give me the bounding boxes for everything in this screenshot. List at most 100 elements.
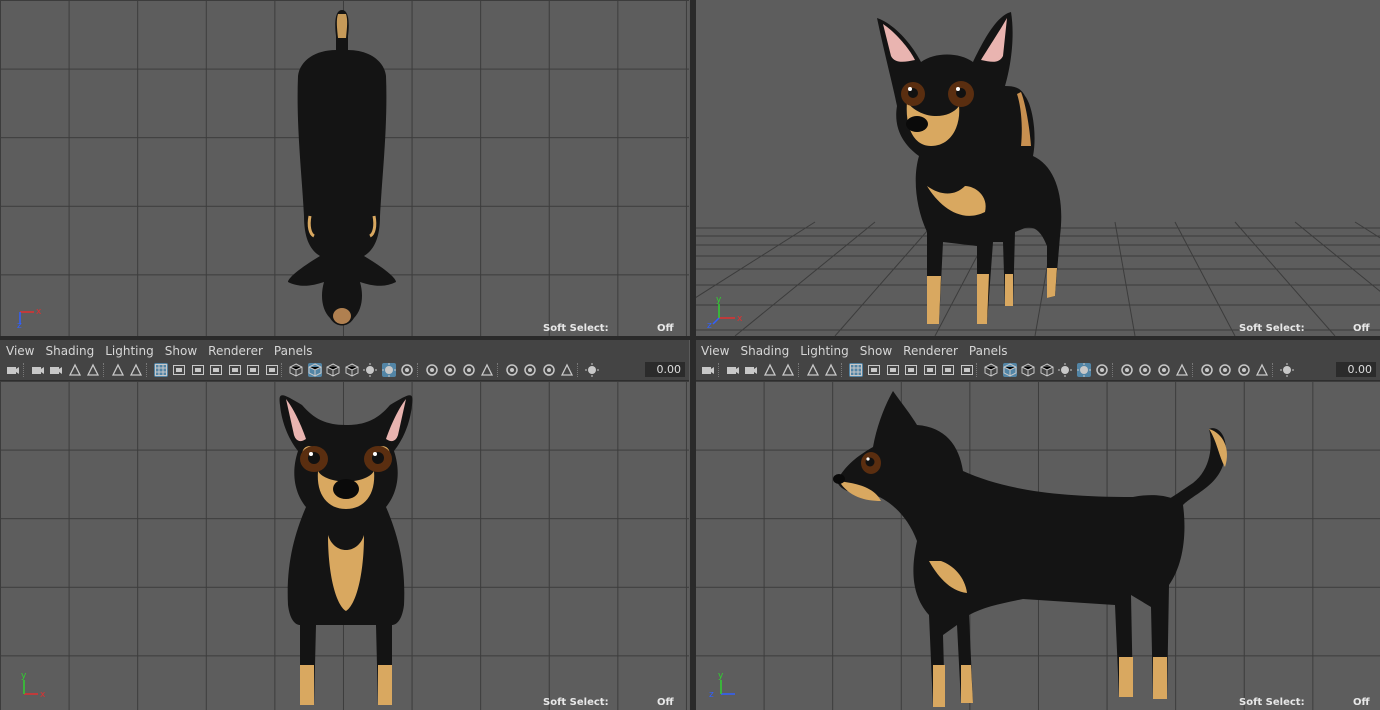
xray-icon[interactable] <box>1200 363 1214 377</box>
dog-model-front-view[interactable] <box>266 385 426 710</box>
camera-lock-icon[interactable] <box>31 363 45 377</box>
camera-lock-icon[interactable] <box>726 363 740 377</box>
bookmarks-icon[interactable] <box>68 363 82 377</box>
screen-space-ao-icon[interactable] <box>1095 363 1109 377</box>
menu-renderer[interactable]: Renderer <box>202 340 268 358</box>
camera-select-icon[interactable] <box>701 363 715 377</box>
xray-active-components-icon[interactable] <box>523 363 537 377</box>
menu-renderer[interactable]: Renderer <box>897 340 963 358</box>
side-viewport[interactable]: z y Soft Select: Off <box>695 381 1380 710</box>
field-chart-icon[interactable] <box>923 363 937 377</box>
view-axis-indicator-side: z y <box>709 671 735 700</box>
image-plane-icon[interactable] <box>781 363 795 377</box>
exposure-value-field[interactable]: 0.00 <box>645 362 685 377</box>
soft-select-label: Soft Select: <box>543 323 609 334</box>
shadows-icon[interactable] <box>363 363 377 377</box>
menu-lighting[interactable]: Lighting <box>794 340 854 358</box>
bookmarks-icon[interactable] <box>763 363 777 377</box>
xray-joints-icon[interactable] <box>1237 363 1251 377</box>
multisample-aa-icon[interactable] <box>443 363 457 377</box>
multisample-aa-icon[interactable] <box>1138 363 1152 377</box>
default-material-icon[interactable] <box>326 363 340 377</box>
screen-space-ao-icon[interactable] <box>400 363 414 377</box>
exposure-value-field[interactable]: 0.00 <box>1336 362 1376 377</box>
shadows-icon[interactable] <box>1058 363 1072 377</box>
top-viewport[interactable]: x z Soft Select: Off <box>0 0 689 336</box>
xray-icon[interactable] <box>505 363 519 377</box>
safe-title-icon[interactable] <box>265 363 279 377</box>
smooth-shade-icon[interactable] <box>307 363 322 377</box>
toolbar-separator <box>102 363 106 377</box>
grid-icon[interactable] <box>848 363 863 377</box>
resolution-gate-icon[interactable] <box>886 363 900 377</box>
wireframe-icon[interactable] <box>984 363 998 377</box>
front-viewport[interactable]: x y Soft Select: Off <box>0 381 689 710</box>
motion-blur-icon[interactable] <box>425 363 439 377</box>
svg-text:z: z <box>707 321 712 328</box>
film-gate-icon[interactable] <box>172 363 186 377</box>
toolbar-separator <box>22 363 26 377</box>
gate-mask-icon[interactable] <box>904 363 918 377</box>
svg-text:y: y <box>716 295 722 305</box>
dog-model-top-view[interactable] <box>280 6 404 330</box>
textured-icon[interactable] <box>345 363 359 377</box>
default-material-icon[interactable] <box>1021 363 1035 377</box>
dog-model-perspective[interactable] <box>865 6 1075 330</box>
toolbar-separator <box>281 363 284 377</box>
use-all-lights-icon[interactable] <box>1076 363 1091 377</box>
safe-title-icon[interactable] <box>960 363 974 377</box>
menu-shading[interactable]: Shading <box>734 340 794 358</box>
menu-panels[interactable]: Panels <box>268 340 318 358</box>
gate-mask-icon[interactable] <box>209 363 223 377</box>
camera-attributes-icon[interactable] <box>744 363 758 377</box>
soft-select-label: Soft Select: <box>543 697 609 708</box>
exposure-icon[interactable] <box>1279 363 1294 377</box>
xray-joints-icon[interactable] <box>542 363 556 377</box>
depth-of-field-icon[interactable] <box>462 363 476 377</box>
isolate-select-icon[interactable] <box>1175 363 1189 377</box>
soft-select-value: Off <box>1353 697 1370 708</box>
backface-culling-icon[interactable] <box>560 363 574 377</box>
view-axis-indicator-persp: x y z <box>707 295 743 328</box>
panel-toolbar: 0.00 <box>0 360 689 381</box>
textured-icon[interactable] <box>1040 363 1054 377</box>
isolate-select-icon[interactable] <box>480 363 494 377</box>
backface-culling-icon[interactable] <box>1255 363 1269 377</box>
menu-show[interactable]: Show <box>854 340 897 358</box>
safe-action-icon[interactable] <box>246 363 260 377</box>
menu-view[interactable]: View <box>695 340 734 358</box>
image-plane-icon[interactable] <box>86 363 100 377</box>
menu-view[interactable]: View <box>0 340 39 358</box>
motion-blur-icon[interactable] <box>1120 363 1134 377</box>
svg-text:z: z <box>709 690 714 700</box>
grease-pencil-icon[interactable] <box>129 363 143 377</box>
wireframe-icon[interactable] <box>289 363 303 377</box>
persp-viewport[interactable]: x y z Soft Select: Off <box>695 0 1380 336</box>
field-chart-icon[interactable] <box>228 363 242 377</box>
film-gate-icon[interactable] <box>867 363 881 377</box>
toolbar-separator <box>1271 363 1275 377</box>
panel-splitter-vertical[interactable] <box>689 0 696 710</box>
svg-text:x: x <box>36 307 42 317</box>
depth-of-field-icon[interactable] <box>1157 363 1171 377</box>
resolution-gate-icon[interactable] <box>191 363 205 377</box>
menu-show[interactable]: Show <box>159 340 202 358</box>
grid-icon[interactable] <box>153 363 168 377</box>
exposure-icon[interactable] <box>584 363 599 377</box>
panel-splitter-horizontal[interactable] <box>0 336 1380 340</box>
menu-shading[interactable]: Shading <box>39 340 99 358</box>
dog-model-side-view[interactable] <box>833 385 1247 710</box>
safe-action-icon[interactable] <box>941 363 955 377</box>
menu-panels[interactable]: Panels <box>963 340 1013 358</box>
xray-active-components-icon[interactable] <box>1218 363 1232 377</box>
menu-lighting[interactable]: Lighting <box>99 340 159 358</box>
use-all-lights-icon[interactable] <box>381 363 396 377</box>
svg-text:y: y <box>718 671 724 681</box>
2d-pan-zoom-icon[interactable] <box>111 363 125 377</box>
camera-select-icon[interactable] <box>6 363 20 377</box>
grease-pencil-icon[interactable] <box>824 363 838 377</box>
smooth-shade-icon[interactable] <box>1002 363 1017 377</box>
2d-pan-zoom-icon[interactable] <box>806 363 820 377</box>
camera-attributes-icon[interactable] <box>49 363 63 377</box>
front-view-panel: View Shading Lighting Show Renderer Panels 0.… <box>0 340 689 710</box>
